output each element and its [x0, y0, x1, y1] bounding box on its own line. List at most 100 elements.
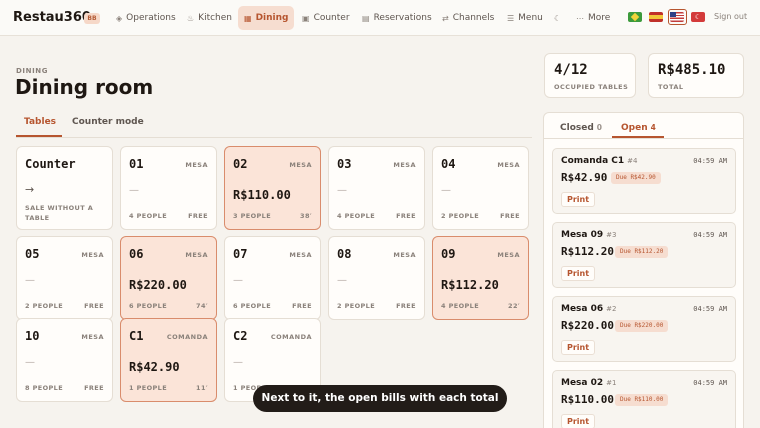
- bill-card[interactable]: Mesa 02 #1 04:59 AM R$110.00 Due R$110.00…: [552, 370, 736, 428]
- nav-channels[interactable]: ⇄ Channels: [436, 6, 500, 30]
- table-tile-04[interactable]: 04 MESA — 2 PEOPLE FREE: [432, 146, 529, 230]
- tabs-divider: [16, 137, 532, 138]
- nav-kitchen[interactable]: ♨ Kitchen: [181, 6, 238, 30]
- nav-crescent[interactable]: ☾: [548, 6, 571, 30]
- print-button[interactable]: Print: [561, 414, 595, 428]
- nav-label: Kitchen: [198, 13, 232, 23]
- bill-time: 04:59 AM: [693, 231, 727, 239]
- stat-total: R$485.10 TOTAL: [648, 53, 744, 98]
- table-type: MESA: [497, 161, 520, 169]
- table-type: MESA: [81, 251, 104, 259]
- due-badge: Due R$220.00: [615, 320, 669, 332]
- tile-subtitle: SALE WITHOUT A TABLE: [25, 204, 94, 222]
- table-tile-03[interactable]: 03 MESA — 4 PEOPLE FREE: [328, 146, 425, 230]
- tab-tables[interactable]: Tables: [24, 117, 56, 127]
- nav-label: Menu: [518, 13, 543, 23]
- sign-out-link[interactable]: Sign out: [714, 12, 747, 21]
- tab-active-indicator: [612, 136, 664, 138]
- print-button[interactable]: Print: [561, 192, 595, 207]
- table-elapsed: 11′: [196, 384, 208, 392]
- due-badge: Due R$112.20: [615, 246, 669, 258]
- print-button[interactable]: Print: [561, 340, 595, 355]
- menu-icon: ☰: [507, 13, 515, 23]
- nav-label: Dining: [255, 13, 289, 23]
- nav-menu[interactable]: ☰ Menu: [501, 6, 549, 30]
- table-status: FREE: [292, 302, 312, 310]
- table-type: MESA: [81, 333, 104, 341]
- tab-label: Closed: [560, 123, 594, 133]
- page-title: Dining room: [15, 75, 154, 99]
- nav-label: Reservations: [373, 13, 432, 23]
- counter-tile[interactable]: Counter → SALE WITHOUT A TABLE: [16, 146, 113, 230]
- table-people: 6 PEOPLE: [233, 302, 272, 310]
- table-tile-c1[interactable]: C1 COMANDA R$42.90 1 PEOPLE 11′: [120, 318, 217, 402]
- nav-operations[interactable]: ◈ Operations: [110, 6, 182, 30]
- table-amount: R$110.00: [233, 188, 291, 202]
- nav-more[interactable]: ⋯ More: [570, 6, 616, 30]
- bill-total: R$110.00: [561, 393, 614, 406]
- table-tile-10[interactable]: 10 MESA — 8 PEOPLE FREE: [16, 318, 113, 402]
- table-type: COMANDA: [166, 333, 208, 341]
- table-name: 08: [337, 247, 352, 261]
- flag-spain-icon[interactable]: [649, 12, 663, 22]
- tab-count: 4: [650, 123, 656, 132]
- bill-name: Mesa 06 #2: [561, 304, 616, 314]
- table-type: COMANDA: [270, 333, 312, 341]
- tab-open-bills[interactable]: Open 4: [621, 123, 656, 133]
- flame-icon: ♨: [187, 13, 195, 23]
- nav-label: Operations: [126, 13, 176, 23]
- due-badge: Due R$110.00: [615, 394, 669, 406]
- grid-icon: ▦: [244, 13, 252, 23]
- table-tile-02[interactable]: 02 MESA R$110.00 3 PEOPLE 38′: [224, 146, 321, 230]
- bill-card[interactable]: Comanda C1 #4 04:59 AM R$42.90 Due R$42.9…: [552, 148, 736, 214]
- table-status: FREE: [500, 212, 520, 220]
- tour-tooltip: Next to it, the open bills with each tot…: [253, 385, 507, 412]
- table-status: FREE: [188, 212, 208, 220]
- app-name[interactable]: Restau360: [13, 10, 91, 25]
- nav-counter[interactable]: ▣ Counter: [296, 6, 356, 30]
- table-name: 03: [337, 157, 352, 171]
- tile-name: Counter: [25, 157, 76, 171]
- top-bar: Restau360 BB ◈ Operations ♨ Kitchen ▦ Dinin…: [0, 0, 760, 36]
- calendar-icon: ▤: [362, 13, 370, 23]
- flag-brazil-icon[interactable]: [628, 12, 642, 22]
- bill-card[interactable]: Mesa 06 #2 04:59 AM R$220.00 Due R$220.00…: [552, 296, 736, 362]
- nav-dining[interactable]: ▦ Dining: [238, 6, 295, 30]
- table-type: MESA: [497, 251, 520, 259]
- table-type: MESA: [393, 251, 416, 259]
- table-status: FREE: [396, 302, 416, 310]
- table-elapsed: 74′: [196, 302, 208, 310]
- flag-turkey-icon[interactable]: ☾: [691, 12, 705, 22]
- bill-title: Comanda C1: [561, 156, 625, 166]
- crescent-icon: ☾: [554, 13, 562, 23]
- empty-dash: —: [337, 275, 347, 286]
- stat-occupied-tables: 4/12 OCCUPIED TABLES: [544, 53, 636, 98]
- table-people: 8 PEOPLE: [25, 384, 64, 392]
- table-name: 05: [25, 247, 40, 261]
- table-people: 3 PEOPLE: [233, 212, 272, 220]
- bill-title: Mesa 02: [561, 378, 604, 388]
- table-amount: R$42.90: [129, 360, 180, 374]
- table-tile-07[interactable]: 07 MESA — 6 PEOPLE FREE: [224, 236, 321, 320]
- tab-counter-mode[interactable]: Counter mode: [72, 117, 144, 127]
- tab-active-indicator: [16, 135, 62, 137]
- language-selected[interactable]: [668, 9, 687, 25]
- table-elapsed: 22′: [508, 302, 520, 310]
- table-people: 4 PEOPLE: [129, 212, 168, 220]
- bill-time: 04:59 AM: [693, 157, 727, 165]
- table-tile-08[interactable]: 08 MESA — 2 PEOPLE FREE: [328, 236, 425, 320]
- table-people: 2 PEOPLE: [337, 302, 376, 310]
- table-tile-09[interactable]: 09 MESA R$112.20 4 PEOPLE 22′: [432, 236, 529, 320]
- more-icon: ⋯: [576, 13, 584, 23]
- table-tile-06[interactable]: 06 MESA R$220.00 6 PEOPLE 74′: [120, 236, 217, 320]
- bill-name: Mesa 02 #1: [561, 378, 616, 388]
- print-button[interactable]: Print: [561, 266, 595, 281]
- table-name: 01: [129, 157, 144, 171]
- bill-card[interactable]: Mesa 09 #3 04:59 AM R$112.20 Due R$112.20…: [552, 222, 736, 288]
- table-tile-05[interactable]: 05 MESA — 2 PEOPLE FREE: [16, 236, 113, 320]
- nav-reservations[interactable]: ▤ Reservations: [356, 6, 438, 30]
- table-tile-01[interactable]: 01 MESA — 4 PEOPLE FREE: [120, 146, 217, 230]
- table-name: C1: [129, 329, 144, 343]
- page-eyebrow: DINING: [16, 67, 49, 75]
- tab-closed-bills[interactable]: Closed 0: [560, 123, 602, 133]
